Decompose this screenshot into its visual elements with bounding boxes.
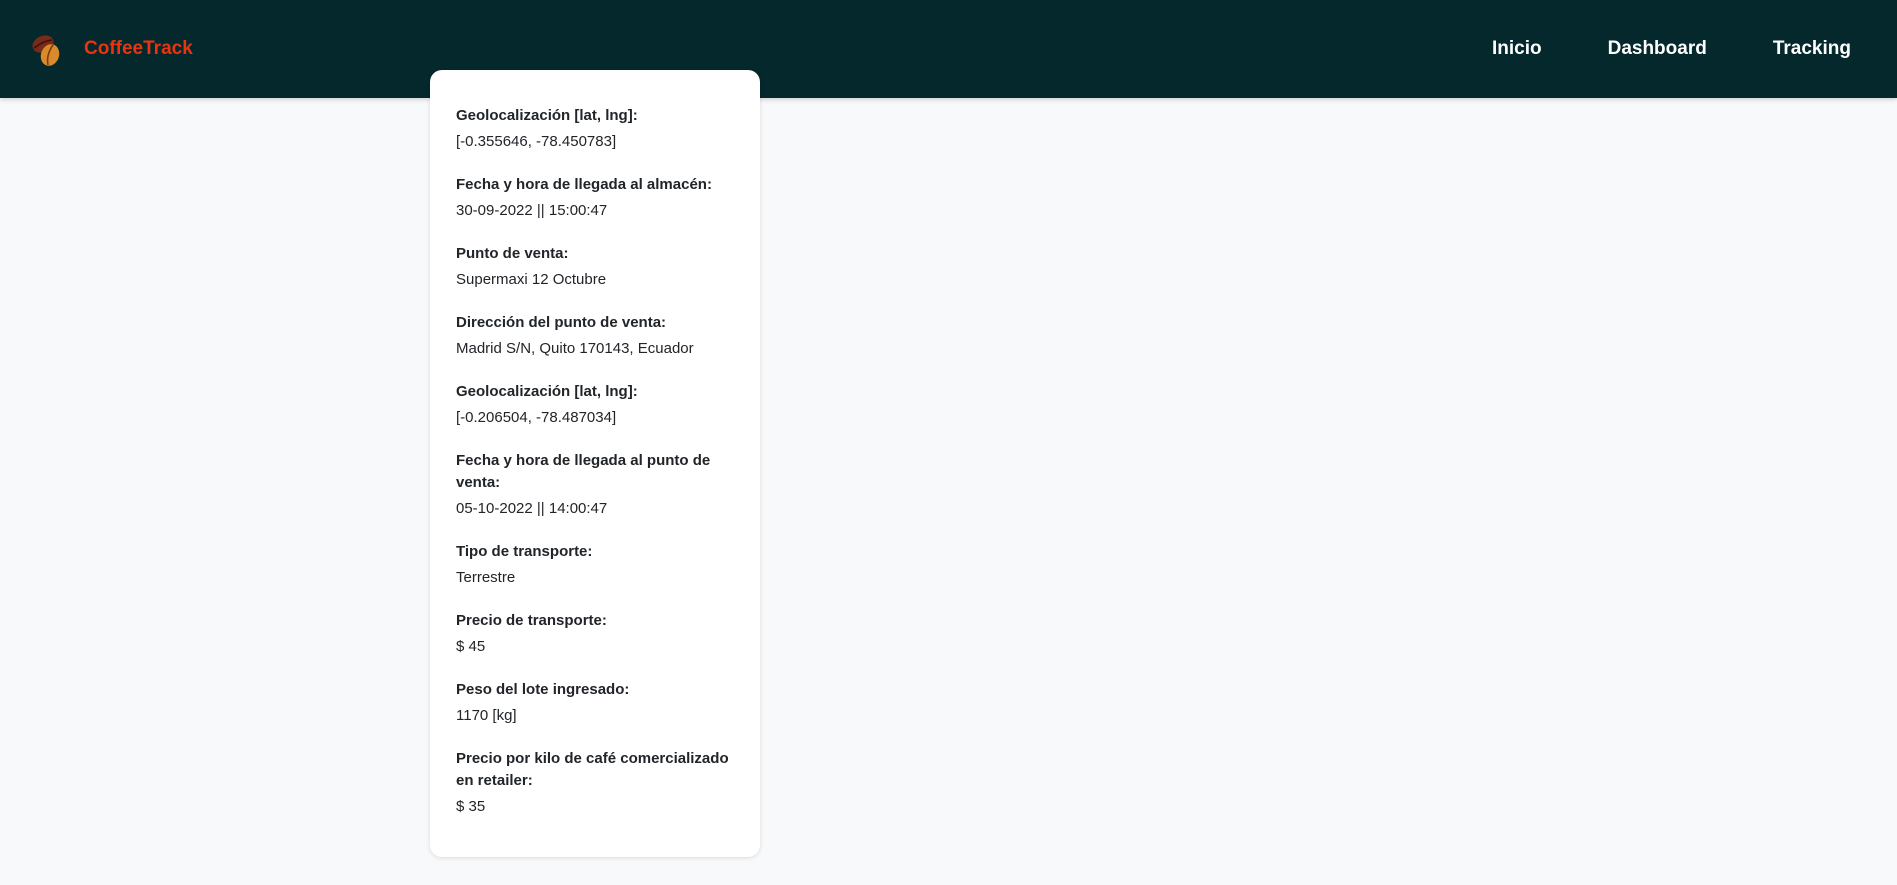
field-point-of-sale-geolocation: Geolocalización [lat, lng]: [-0.206504, … bbox=[456, 381, 746, 429]
brand-name: CoffeeTrack bbox=[84, 38, 193, 59]
field-point-of-sale-address: Dirección del punto de venta: Madrid S/N… bbox=[456, 312, 746, 360]
field-value: Madrid S/N, Quito 170143, Ecuador bbox=[456, 340, 694, 357]
field-value: 30-09-2022 || 15:00:47 bbox=[456, 202, 608, 219]
field-label: Dirección del punto de venta: bbox=[456, 314, 667, 331]
field-warehouse-arrival: Fecha y hora de llegada al almacén: 30-0… bbox=[456, 174, 746, 222]
field-label: Geolocalización [lat, lng]: bbox=[456, 383, 638, 400]
top-navbar: CoffeeTrack Inicio Dashboard Tracking bbox=[0, 0, 1897, 98]
field-value: 05-10-2022 || 14:00:47 bbox=[456, 500, 608, 517]
field-label: Geolocalización [lat, lng]: bbox=[456, 107, 638, 124]
field-value: 1170 [kg] bbox=[456, 707, 517, 724]
coffee-beans-icon bbox=[32, 35, 60, 66]
field-value: $ 45 bbox=[456, 638, 486, 655]
field-retail-price-per-kilo: Precio por kilo de café comercializado e… bbox=[456, 748, 746, 818]
field-point-of-sale: Punto de venta: Supermaxi 12 Octubre bbox=[456, 243, 746, 291]
field-label: Punto de venta: bbox=[456, 245, 569, 262]
field-label: Fecha y hora de llegada al punto de vent… bbox=[456, 452, 711, 491]
field-value: [-0.355646, -78.450783] bbox=[456, 133, 617, 150]
field-label: Precio de transporte: bbox=[456, 612, 607, 629]
nav-link-tracking[interactable]: Tracking bbox=[1773, 38, 1851, 60]
field-label: Fecha y hora de llegada al almacén: bbox=[456, 176, 712, 193]
nav-link-dashboard[interactable]: Dashboard bbox=[1608, 38, 1707, 60]
field-transport-type: Tipo de transporte: Terrestre bbox=[456, 541, 746, 589]
field-warehouse-geolocation: Geolocalización [lat, lng]: [-0.355646, … bbox=[456, 105, 746, 153]
field-value: Supermaxi 12 Octubre bbox=[456, 271, 607, 288]
nav-link-inicio[interactable]: Inicio bbox=[1492, 38, 1542, 60]
field-label: Peso del lote ingresado: bbox=[456, 681, 630, 698]
lot-details-list: Geolocalización [lat, lng]: [-0.355646, … bbox=[456, 105, 746, 839]
field-label: Precio por kilo de café comercializado e… bbox=[456, 750, 729, 789]
field-lot-weight: Peso del lote ingresado: 1170 [kg] bbox=[456, 679, 746, 727]
field-value: $ 35 bbox=[456, 798, 486, 815]
field-value: Terrestre bbox=[456, 569, 516, 586]
brand-link[interactable]: CoffeeTrack bbox=[28, 29, 193, 69]
field-point-of-sale-arrival: Fecha y hora de llegada al punto de vent… bbox=[456, 450, 746, 520]
nav-menu: Inicio Dashboard Tracking bbox=[1492, 0, 1851, 98]
field-label: Tipo de transporte: bbox=[456, 543, 593, 560]
field-transport-price: Precio de transporte: $ 45 bbox=[456, 610, 746, 658]
field-value: [-0.206504, -78.487034] bbox=[456, 409, 617, 426]
